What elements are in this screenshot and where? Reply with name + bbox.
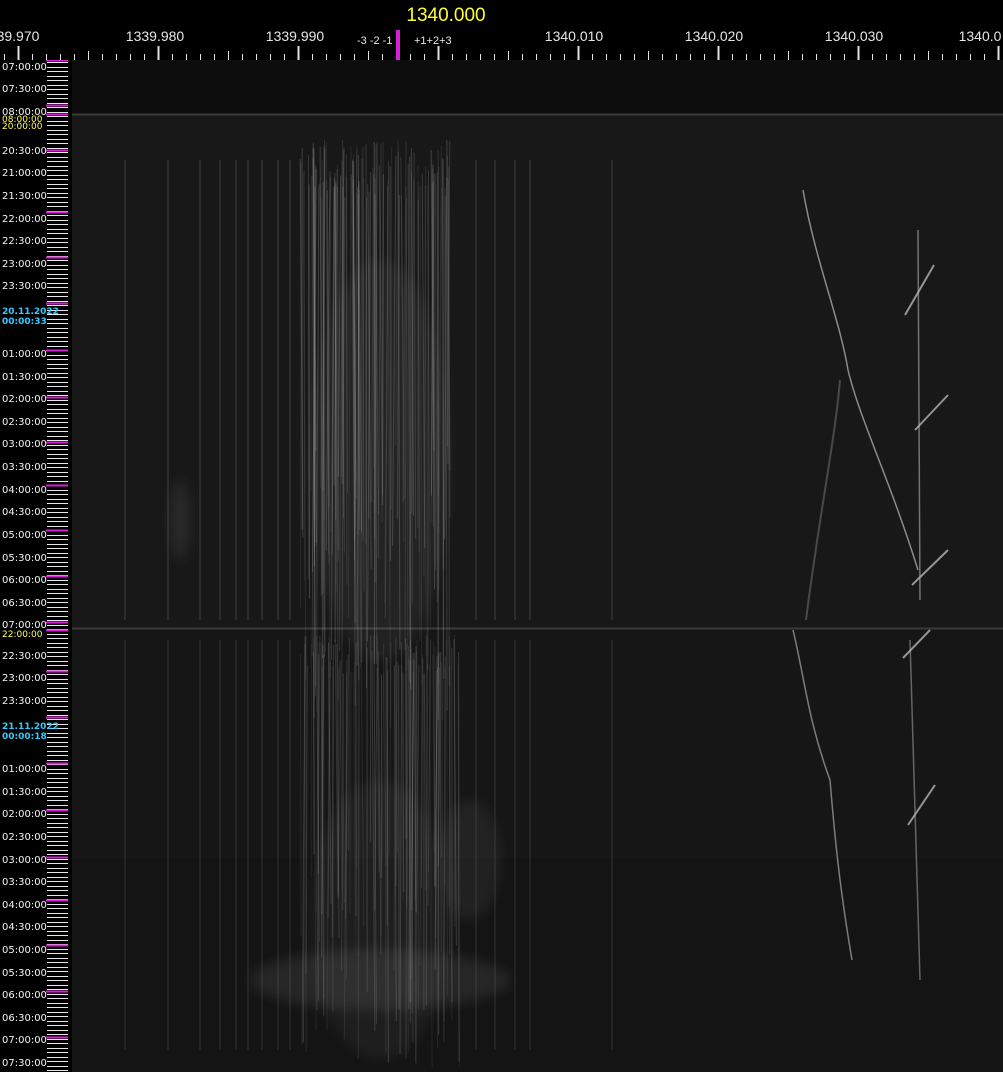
time-label: 20:30:00 <box>2 146 47 157</box>
time-label: 21:00:00 <box>2 168 47 179</box>
time-label: 23:30:00 <box>2 281 47 292</box>
waterfall-band-1 <box>72 60 1003 114</box>
tuning-marker[interactable] <box>396 30 400 60</box>
frequency-label: 1340.010 <box>544 28 604 44</box>
time-label: 04:00:00 <box>2 485 47 496</box>
time-label: 07:30:00 <box>2 1058 47 1069</box>
time-label: 23:30:00 <box>2 696 47 707</box>
center-frequency-label: 1340.000 <box>406 5 486 26</box>
time-label: 03:00:00 <box>2 439 47 450</box>
date-label: 21.11.2022 <box>2 722 59 732</box>
time-label: 23:00:00 <box>2 673 47 684</box>
frequency-label: 1340.030 <box>824 28 884 44</box>
time-label: 07:00:00 <box>2 1035 47 1046</box>
time-label: 01:30:00 <box>2 372 47 383</box>
frequency-label: 1339.980 <box>125 28 185 44</box>
waterfall-display[interactable] <box>0 60 1003 1072</box>
time-label: 03:00:00 <box>2 855 47 866</box>
date-time-label: 00:00:33 <box>2 317 47 327</box>
positive-offset-labels: +1+2+3 <box>414 35 452 47</box>
date-time-label: 00:00:18 <box>2 732 47 742</box>
time-label: 04:00:00 <box>2 900 47 911</box>
segment-start-label: 22:00:00 <box>2 630 43 640</box>
time-label: 02:30:00 <box>2 417 47 428</box>
axis-tick-group <box>46 60 68 1071</box>
time-label: 05:00:00 <box>2 530 47 541</box>
time-label: 01:30:00 <box>2 787 47 798</box>
waterfall-band-2 <box>72 114 1003 628</box>
time-label: 06:30:00 <box>2 598 47 609</box>
time-label: 22:30:00 <box>2 236 47 247</box>
time-label: 04:30:00 <box>2 507 47 518</box>
time-label: 05:00:00 <box>2 945 47 956</box>
time-label: 01:00:00 <box>2 349 47 360</box>
frequency-ruler[interactable]: 1340.000 39.970 1339.980 1339.990 1340.0… <box>0 0 1003 60</box>
time-label: 07:30:00 <box>2 84 47 95</box>
frequency-label: 39.970 <box>0 28 40 44</box>
spectrogram-viewer: 1340.000 39.970 1339.980 1339.990 1340.0… <box>0 0 1003 1072</box>
time-label: 06:00:00 <box>2 990 47 1001</box>
streak <box>425 635 428 1006</box>
waterfall-band-4 <box>72 858 1003 1072</box>
frequency-label: 1339.990 <box>265 28 325 44</box>
streak <box>427 170 429 670</box>
time-label: 06:30:00 <box>2 1013 47 1024</box>
date-label: 20.11.2022 <box>2 307 59 317</box>
time-label: 02:00:00 <box>2 809 47 820</box>
time-label: 07:00:00 <box>2 62 47 73</box>
time-label: 05:30:00 <box>2 968 47 979</box>
glow-blob <box>250 950 510 1010</box>
time-axis-ticks <box>46 60 68 1071</box>
time-label: 01:00:00 <box>2 764 47 775</box>
time-label: 03:30:00 <box>2 877 47 888</box>
time-label: 02:00:00 <box>2 394 47 405</box>
ruler-tick-group <box>4 46 1000 60</box>
time-label: 06:00:00 <box>2 575 47 586</box>
frequency-label: 1340.020 <box>684 28 744 44</box>
glow-blob <box>170 480 190 560</box>
frequency-label: 1340.0 <box>958 28 1002 44</box>
time-label: 03:30:00 <box>2 462 47 473</box>
time-label: 05:30:00 <box>2 553 47 564</box>
time-label: 21:30:00 <box>2 191 47 202</box>
time-label: 23:00:00 <box>2 259 47 270</box>
time-axis: 07:00:00 07:30:00 08:00:00 08:00:00 20:0… <box>0 60 72 1072</box>
time-label: 22:30:00 <box>2 651 47 662</box>
time-label: 22:00:00 <box>2 214 47 225</box>
time-label: 04:30:00 <box>2 922 47 933</box>
negative-offset-labels: -3 -2 -1 <box>357 35 393 47</box>
time-label: 02:30:00 <box>2 832 47 843</box>
segment-start-label: 20:00:00 <box>2 122 43 132</box>
